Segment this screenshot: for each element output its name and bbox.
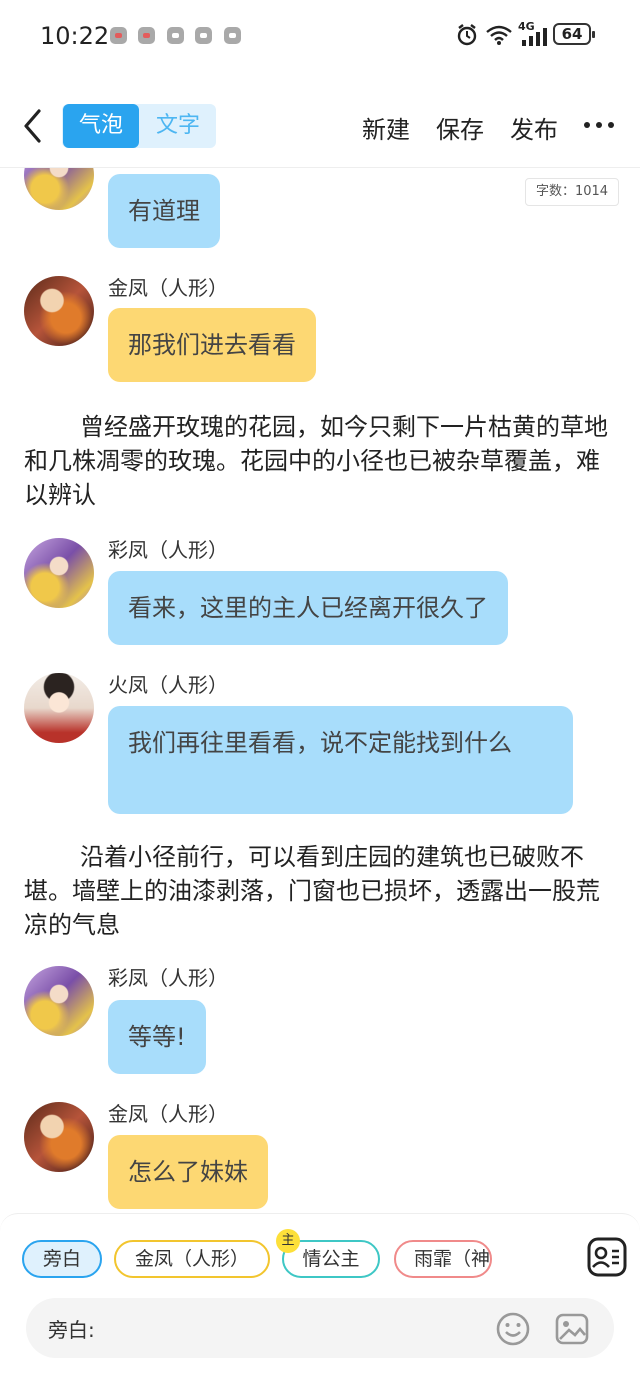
contacts-icon[interactable] xyxy=(586,1236,628,1278)
speaker-name: 金凤（人形） xyxy=(108,1102,228,1126)
notification-icon xyxy=(224,27,241,44)
message-input[interactable] xyxy=(110,1308,490,1348)
battery-indicator: 64 xyxy=(553,23,595,45)
main-character-badge: 主 xyxy=(276,1229,300,1253)
emoji-icon[interactable] xyxy=(495,1311,531,1347)
avatar[interactable] xyxy=(24,673,94,743)
message-bubble[interactable]: 有道理 xyxy=(108,174,220,248)
character-chip-jinfeng[interactable]: 金凤（人形） xyxy=(114,1240,270,1278)
narration-text[interactable]: 曾经盛开玫瑰的花园，如今只剩下一片枯黄的草地和几株凋零的玫瑰。花园中的小径也已被… xyxy=(24,410,616,512)
character-chip-yufei[interactable]: 雨霏（神 xyxy=(394,1240,492,1278)
message-bubble[interactable]: 怎么了妹妹 xyxy=(108,1135,268,1209)
input-speaker-prefix: 旁白: xyxy=(48,1318,95,1342)
character-chip-narrator[interactable]: 旁白 xyxy=(22,1240,102,1278)
notification-icon xyxy=(195,27,212,44)
avatar[interactable] xyxy=(24,168,94,210)
speaker-name: 金凤（人形） xyxy=(108,276,228,300)
message-input-box[interactable]: 旁白: xyxy=(26,1298,614,1358)
mode-bubble-tab[interactable]: 气泡 xyxy=(63,104,139,148)
speaker-name: 火凤（人形） xyxy=(108,673,228,697)
more-icon[interactable] xyxy=(584,122,614,130)
notification-icon xyxy=(110,27,127,44)
notification-icon xyxy=(167,27,184,44)
alarm-icon xyxy=(457,24,477,46)
avatar[interactable] xyxy=(24,276,94,346)
word-count: 字数：1014 xyxy=(525,178,619,206)
signal-icon xyxy=(522,28,547,46)
notification-icon xyxy=(138,27,155,44)
mode-text-tab[interactable]: 文字 xyxy=(140,104,216,148)
avatar[interactable] xyxy=(24,1102,94,1172)
back-arrow-icon[interactable] xyxy=(18,108,48,144)
narration-text[interactable]: 沿着小径前行，可以看到庄园的建筑也已破败不堪。墙壁上的油漆剥落，门窗也已损坏，透… xyxy=(24,840,616,942)
save-button[interactable]: 保存 xyxy=(436,110,484,145)
message-bubble[interactable]: 等等! xyxy=(108,1000,206,1074)
message-bubble[interactable]: 看来，这里的主人已经离开很久了 xyxy=(108,571,508,645)
avatar[interactable] xyxy=(24,538,94,608)
speaker-name: 彩凤（人形） xyxy=(108,538,228,562)
avatar[interactable] xyxy=(24,966,94,1036)
publish-button[interactable]: 发布 xyxy=(510,110,558,145)
image-icon[interactable] xyxy=(554,1311,590,1347)
message-bubble[interactable]: 我们再往里看看，说不定能找到什么 xyxy=(108,706,573,814)
chat-area[interactable]: 有道理 字数：1014 金凤（人形） 那我们进去看看 曾经盛开玫瑰的花园，如今只… xyxy=(0,168,640,1216)
message-bubble[interactable]: 那我们进去看看 xyxy=(108,308,316,382)
status-bar: 10:22 4G 64 xyxy=(0,0,640,72)
bottom-panel: 旁白 金凤（人形） 情公主 主 雨霏（神 旁白: xyxy=(0,1213,640,1387)
status-time: 10:22 xyxy=(40,22,110,50)
top-bar: 气泡 文字 新建 保存 发布 xyxy=(0,92,640,160)
wifi-icon xyxy=(486,25,512,45)
speaker-name: 彩凤（人形） xyxy=(108,966,228,990)
new-button[interactable]: 新建 xyxy=(362,110,410,145)
mode-toggle: 气泡 文字 xyxy=(62,104,216,148)
